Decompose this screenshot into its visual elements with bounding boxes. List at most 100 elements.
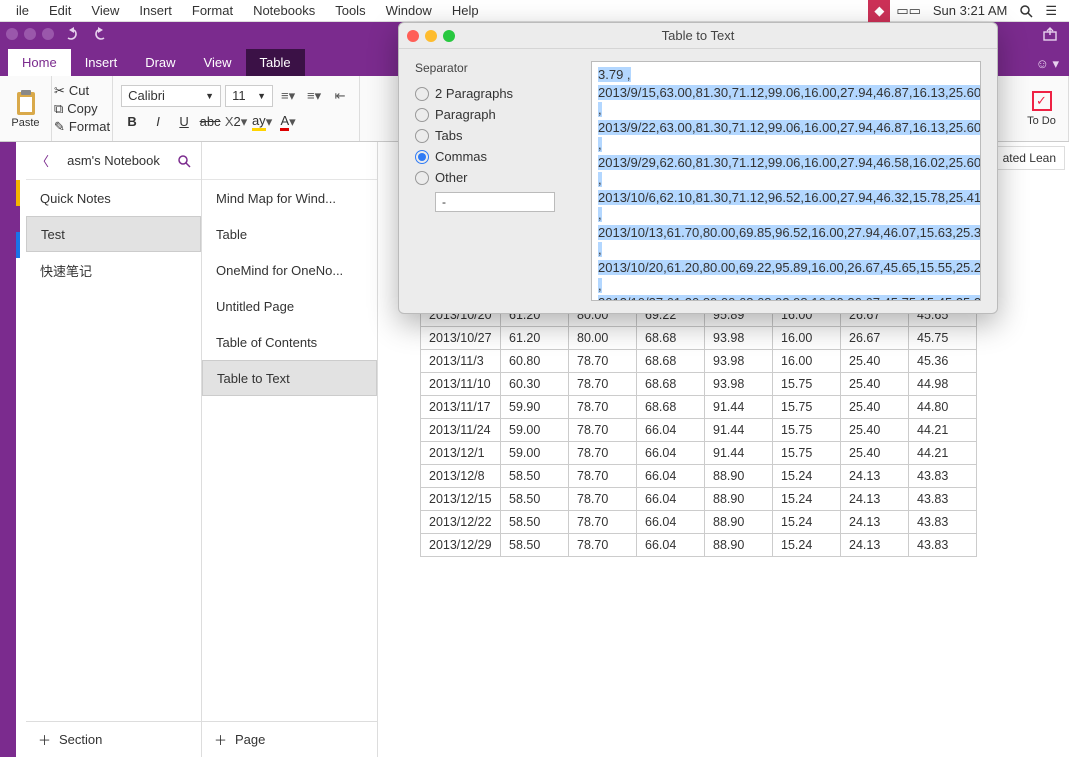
table-cell[interactable]: 66.04 <box>637 511 705 534</box>
table-row[interactable]: 2013/12/159.0078.7066.0491.4415.7525.404… <box>421 442 977 465</box>
table-cell[interactable]: 78.70 <box>569 373 637 396</box>
table-cell[interactable]: 25.40 <box>841 350 909 373</box>
table-cell[interactable]: 45.36 <box>909 350 977 373</box>
table-cell[interactable]: 15.24 <box>773 465 841 488</box>
table-cell[interactable]: 59.00 <box>501 442 569 465</box>
table-cell[interactable]: 80.00 <box>569 327 637 350</box>
table-row[interactable]: 2013/12/1558.5078.7066.0488.9015.2424.13… <box>421 488 977 511</box>
page-item[interactable]: Table <box>202 216 377 252</box>
table-cell[interactable]: 68.68 <box>637 327 705 350</box>
table-cell[interactable]: 15.24 <box>773 488 841 511</box>
subscript-button[interactable]: X2▾ <box>225 111 247 133</box>
table-cell[interactable]: 15.75 <box>773 396 841 419</box>
bold-button[interactable]: B <box>121 111 143 133</box>
menu-help[interactable]: Help <box>442 3 489 18</box>
table-cell[interactable]: 2013/11/3 <box>421 350 501 373</box>
table-cell[interactable]: 88.90 <box>705 465 773 488</box>
table-row[interactable]: 2013/12/858.5078.7066.0488.9015.2424.134… <box>421 465 977 488</box>
section-item[interactable]: 快速笔记 <box>26 252 201 288</box>
menu-format[interactable]: Format <box>182 3 243 18</box>
tab-view[interactable]: View <box>190 49 246 76</box>
tab-insert[interactable]: Insert <box>71 49 132 76</box>
page-item[interactable]: Mind Map for Wind... <box>202 180 377 216</box>
format-painter-button[interactable]: ✎Format <box>54 119 110 135</box>
back-button[interactable]: 〈 <box>36 151 49 170</box>
menu-notebooks[interactable]: Notebooks <box>243 3 325 18</box>
smiley-button[interactable]: ☺ ▾ <box>1026 56 1069 72</box>
table-cell[interactable]: 15.75 <box>773 419 841 442</box>
table-row[interactable]: 2013/12/2958.5078.7066.0488.9015.2424.13… <box>421 534 977 557</box>
font-color-button[interactable]: A▾ <box>277 111 299 133</box>
menu-window[interactable]: Window <box>376 3 442 18</box>
table-row[interactable]: 2013/12/2258.5078.7066.0488.9015.2424.13… <box>421 511 977 534</box>
separator-radio[interactable]: Paragraph <box>415 104 575 125</box>
bullets-button[interactable]: ≡▾ <box>277 85 299 107</box>
dialog-minimize-button[interactable] <box>425 30 437 42</box>
page-item[interactable]: Table to Text <box>202 360 377 396</box>
table-cell[interactable]: 78.70 <box>569 465 637 488</box>
table-cell[interactable]: 91.44 <box>705 396 773 419</box>
table-cell[interactable]: 58.50 <box>501 534 569 557</box>
menu-file[interactable]: ile <box>6 3 39 18</box>
paste-button[interactable]: Paste <box>0 76 52 141</box>
table-cell[interactable]: 66.04 <box>637 488 705 511</box>
table-row[interactable]: 2013/10/2761.2080.0068.6893.9816.0026.67… <box>421 327 977 350</box>
table-cell[interactable]: 78.70 <box>569 350 637 373</box>
table-cell[interactable]: 91.44 <box>705 419 773 442</box>
undo-button[interactable] <box>58 24 84 44</box>
dialog-close-button[interactable] <box>407 30 419 42</box>
table-cell[interactable]: 2013/12/29 <box>421 534 501 557</box>
other-separator-input[interactable] <box>435 192 555 212</box>
table-cell[interactable]: 88.90 <box>705 534 773 557</box>
table-cell[interactable]: 93.98 <box>705 350 773 373</box>
separator-radio[interactable]: 2 Paragraphs <box>415 83 575 104</box>
section-item[interactable]: Test <box>26 216 201 252</box>
table-cell[interactable]: 93.98 <box>705 373 773 396</box>
copy-button[interactable]: ⧉Copy <box>54 101 110 117</box>
table-row[interactable]: 2013/11/1060.3078.7068.6893.9815.7525.40… <box>421 373 977 396</box>
table-cell[interactable]: 68.68 <box>637 373 705 396</box>
table-cell[interactable]: 78.70 <box>569 419 637 442</box>
table-cell[interactable]: 78.70 <box>569 511 637 534</box>
separator-radio[interactable]: Commas <box>415 146 575 167</box>
font-size-select[interactable]: 11▼ <box>225 85 273 107</box>
menu-list-icon[interactable]: ☰ <box>1039 3 1063 19</box>
menu-edit[interactable]: Edit <box>39 3 81 18</box>
table-cell[interactable]: 44.21 <box>909 442 977 465</box>
redo-button[interactable] <box>88 24 114 44</box>
table-cell[interactable]: 15.75 <box>773 442 841 465</box>
table-cell[interactable]: 24.13 <box>841 534 909 557</box>
window-traffic[interactable] <box>6 28 54 40</box>
menu-view[interactable]: View <box>81 3 129 18</box>
table-cell[interactable]: 66.04 <box>637 419 705 442</box>
table-cell[interactable]: 15.24 <box>773 534 841 557</box>
strike-button[interactable]: abc <box>199 111 221 133</box>
table-cell[interactable]: 26.67 <box>841 327 909 350</box>
todo-button[interactable]: ✓ To Do <box>1015 76 1069 141</box>
table-row[interactable]: 2013/11/1759.9078.7068.6891.4415.7525.40… <box>421 396 977 419</box>
table-cell[interactable]: 24.13 <box>841 488 909 511</box>
table-cell[interactable]: 25.40 <box>841 373 909 396</box>
table-cell[interactable]: 58.50 <box>501 488 569 511</box>
table-cell[interactable]: 88.90 <box>705 488 773 511</box>
table-cell[interactable]: 59.90 <box>501 396 569 419</box>
tab-draw[interactable]: Draw <box>131 49 189 76</box>
table-cell[interactable]: 66.04 <box>637 442 705 465</box>
table-cell[interactable]: 43.83 <box>909 488 977 511</box>
table-cell[interactable]: 25.40 <box>841 442 909 465</box>
separator-radio[interactable]: Tabs <box>415 125 575 146</box>
table-cell[interactable]: 58.50 <box>501 465 569 488</box>
table-cell[interactable]: 2013/11/10 <box>421 373 501 396</box>
cut-button[interactable]: ✂Cut <box>54 83 110 99</box>
table-cell[interactable]: 44.80 <box>909 396 977 419</box>
table-cell[interactable]: 45.75 <box>909 327 977 350</box>
table-row[interactable]: 2013/11/360.8078.7068.6893.9816.0025.404… <box>421 350 977 373</box>
table-cell[interactable]: 43.83 <box>909 534 977 557</box>
table-cell[interactable]: 16.00 <box>773 350 841 373</box>
table-cell[interactable]: 44.21 <box>909 419 977 442</box>
table-cell[interactable]: 66.04 <box>637 465 705 488</box>
table-cell[interactable]: 16.00 <box>773 327 841 350</box>
table-cell[interactable]: 2013/10/27 <box>421 327 501 350</box>
table-cell[interactable]: 44.98 <box>909 373 977 396</box>
page-item[interactable]: Table of Contents <box>202 324 377 360</box>
